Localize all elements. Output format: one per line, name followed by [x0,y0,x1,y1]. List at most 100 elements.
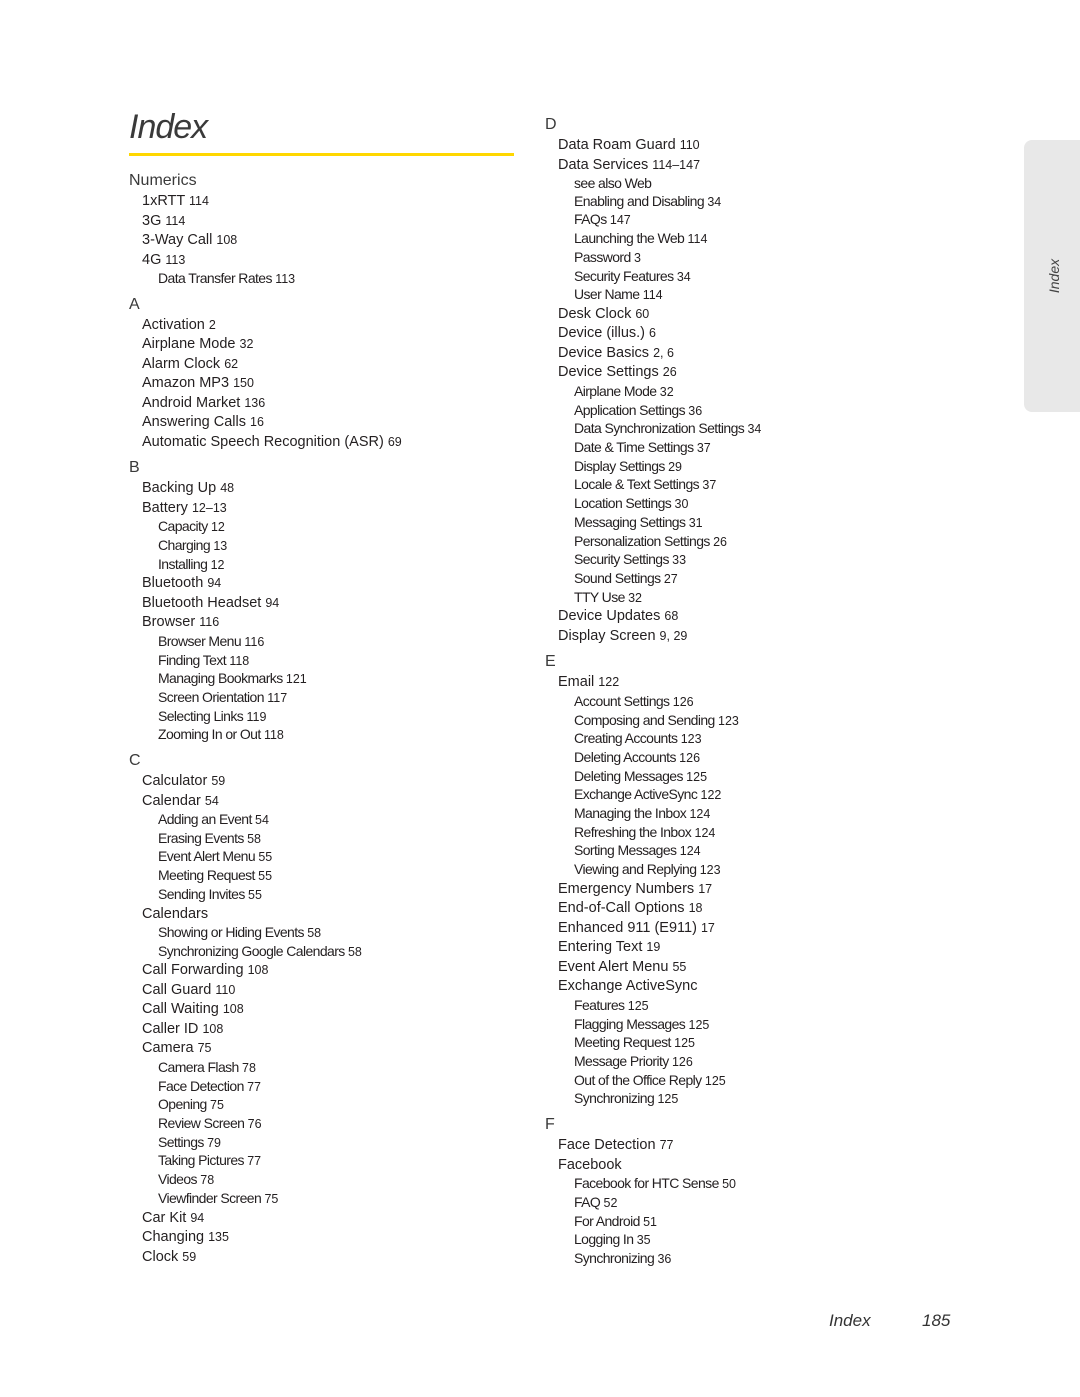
index-page-ref[interactable]: 16 [250,415,264,429]
index-page-ref[interactable]: 110 [680,138,700,152]
index-page-ref[interactable]: 37 [702,478,716,492]
index-page-ref[interactable]: 34 [747,422,761,436]
index-page-ref[interactable]: 77 [660,1138,674,1152]
index-page-ref[interactable]: 6 [649,326,656,340]
index-page-ref[interactable]: 94 [265,596,279,610]
index-page-ref[interactable]: 126 [672,1055,693,1069]
index-page-ref[interactable]: 147 [610,213,631,227]
index-page-ref[interactable]: 34 [707,195,721,209]
index-page-ref[interactable]: 26 [663,365,677,379]
index-page-ref[interactable]: 123 [681,732,702,746]
index-page-ref[interactable]: 51 [643,1215,657,1229]
section-side-tab[interactable]: Index [1024,140,1080,412]
index-page-ref[interactable]: 27 [664,572,678,586]
index-page-ref[interactable]: 69 [388,435,402,449]
index-page-ref[interactable]: 32 [660,385,674,399]
index-page-ref[interactable]: 12–13 [192,501,227,515]
index-page-ref[interactable]: 125 [705,1074,726,1088]
index-page-ref[interactable]: 32 [628,591,642,605]
index-page-ref[interactable]: 136 [244,396,265,410]
index-page-ref[interactable]: 34 [677,270,691,284]
index-page-ref[interactable]: 31 [689,516,703,530]
index-page-ref[interactable]: 3 [634,251,641,265]
index-page-ref[interactable]: 62 [224,357,238,371]
index-page-ref[interactable]: 122 [701,788,722,802]
index-page-ref[interactable]: 114 [165,214,185,228]
index-page-ref[interactable]: 94 [207,576,221,590]
index-page-ref[interactable]: 110 [215,983,235,997]
index-page-ref[interactable]: 122 [598,675,619,689]
index-page-ref[interactable]: 118 [264,728,284,742]
index-page-ref[interactable]: 2, 6 [653,346,674,360]
index-page-ref[interactable]: 77 [247,1154,261,1168]
index-page-ref[interactable]: 12 [211,520,225,534]
index-page-ref[interactable]: 55 [258,869,272,883]
index-page-ref[interactable]: 135 [208,1230,229,1244]
index-page-ref[interactable]: 126 [673,695,694,709]
index-page-ref[interactable]: 37 [697,441,711,455]
index-page-ref[interactable]: 77 [247,1080,261,1094]
index-page-ref[interactable]: 121 [286,672,307,686]
index-page-ref[interactable]: 114 [189,194,209,208]
index-page-ref[interactable]: 58 [307,926,321,940]
index-page-ref[interactable]: 2 [209,318,216,332]
index-page-ref[interactable]: 108 [248,963,269,977]
index-page-ref[interactable]: 124 [680,844,701,858]
index-page-ref[interactable]: 36 [688,404,702,418]
index-page-ref[interactable]: 19 [646,940,660,954]
index-page-ref[interactable]: 13 [213,539,227,553]
index-page-ref[interactable]: 119 [246,710,266,724]
index-page-ref[interactable]: 94 [190,1211,204,1225]
index-page-ref[interactable]: 108 [223,1002,244,1016]
index-page-ref[interactable]: 55 [672,960,686,974]
index-page-ref[interactable]: 125 [657,1092,678,1106]
index-page-ref[interactable]: 58 [247,832,261,846]
index-page-ref[interactable]: 35 [637,1233,651,1247]
index-page-ref[interactable]: 18 [689,901,703,915]
index-page-ref[interactable]: 17 [698,882,712,896]
index-page-ref[interactable]: 48 [220,481,234,495]
index-page-ref[interactable]: 79 [207,1136,221,1150]
index-page-ref[interactable]: 118 [229,654,249,668]
index-page-ref[interactable]: 68 [664,609,678,623]
index-page-ref[interactable]: 114 [643,288,663,302]
index-page-ref[interactable]: 116 [244,635,264,649]
index-page-ref[interactable]: 113 [165,253,185,267]
index-page-ref[interactable]: 58 [348,945,362,959]
index-page-ref[interactable]: 54 [255,813,269,827]
index-page-ref[interactable]: 9, 29 [660,629,688,643]
index-page-ref[interactable]: 54 [205,794,219,808]
index-page-ref[interactable]: 76 [248,1117,262,1131]
index-page-ref[interactable]: 108 [202,1022,223,1036]
index-page-ref[interactable]: 116 [199,615,219,629]
index-page-ref[interactable]: 123 [700,863,721,877]
index-page-ref[interactable]: 114 [688,232,708,246]
index-page-ref[interactable]: 123 [718,714,739,728]
index-page-ref[interactable]: 125 [674,1036,695,1050]
index-page-ref[interactable]: 124 [695,826,716,840]
index-page-ref[interactable]: 75 [264,1192,278,1206]
index-page-ref[interactable]: 75 [198,1041,212,1055]
index-page-ref[interactable]: 26 [713,535,727,549]
index-page-ref[interactable]: 60 [635,307,649,321]
index-page-ref[interactable]: 150 [233,376,254,390]
index-page-ref[interactable]: 125 [686,770,707,784]
index-page-ref[interactable]: 59 [211,774,225,788]
index-page-ref[interactable]: 113 [275,272,295,286]
index-page-ref[interactable]: 117 [267,691,287,705]
index-page-ref[interactable]: 55 [248,888,262,902]
index-page-ref[interactable]: 125 [689,1018,710,1032]
index-page-ref[interactable]: 55 [258,850,272,864]
index-page-ref[interactable]: 30 [675,497,689,511]
index-page-ref[interactable]: 78 [242,1061,256,1075]
index-page-ref[interactable]: 108 [216,233,237,247]
index-page-ref[interactable]: 75 [210,1098,224,1112]
index-page-ref[interactable]: 32 [240,337,254,351]
index-page-ref[interactable]: 52 [604,1196,618,1210]
index-page-ref[interactable]: 29 [668,460,682,474]
index-page-ref[interactable]: 126 [679,751,700,765]
index-page-ref[interactable]: 36 [657,1252,671,1266]
index-page-ref[interactable]: 50 [722,1177,736,1191]
index-page-ref[interactable]: 12 [211,558,225,572]
index-page-ref[interactable]: 17 [701,921,715,935]
